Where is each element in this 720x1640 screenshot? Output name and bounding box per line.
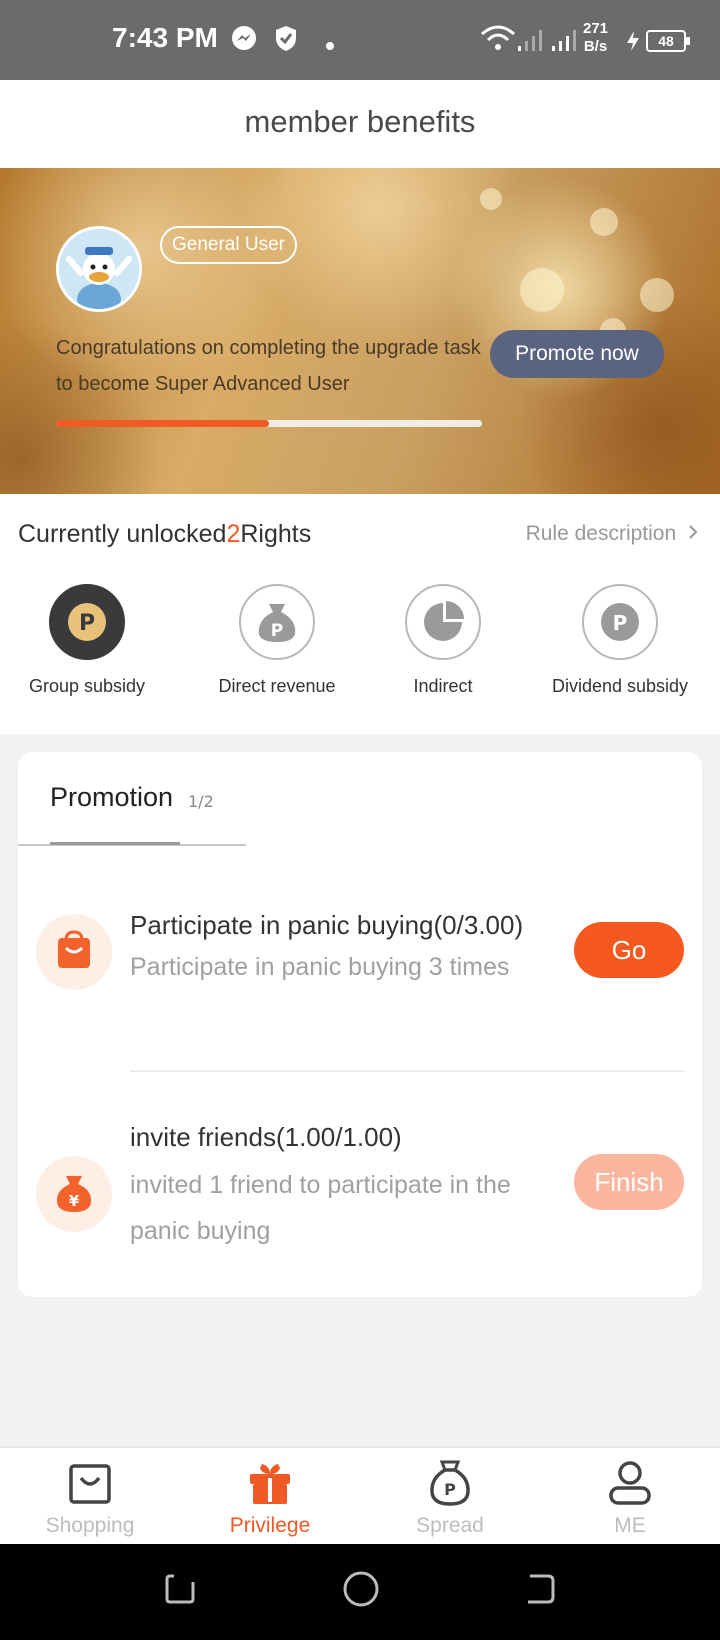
p-coin-icon: P (49, 584, 125, 660)
money-bag-icon: P (239, 584, 315, 660)
shopping-bag-icon (36, 914, 112, 990)
bokeh-light (590, 208, 618, 236)
nav-item-privilege[interactable]: Privilege (180, 1448, 360, 1546)
finish-button[interactable]: Finish (574, 1154, 684, 1210)
network-speed: 271 B/s (583, 20, 609, 55)
home-icon[interactable] (342, 1570, 380, 1612)
battery-icon: 48 (646, 30, 690, 52)
membership-banner: General User Congratulations on completi… (0, 168, 720, 494)
gift-icon (248, 1460, 292, 1506)
bokeh-light (520, 268, 564, 312)
right-group-subsidy[interactable]: P Group subsidy (2, 584, 172, 697)
upgrade-progress-bar (56, 420, 482, 427)
right-direct-revenue[interactable]: P Direct revenue (192, 584, 362, 697)
title-bar: member benefits (0, 80, 720, 168)
nav-item-shopping[interactable]: Shopping (0, 1448, 180, 1546)
signal-icon (516, 28, 546, 56)
back-icon[interactable] (522, 1572, 556, 1610)
page-title: member benefits (244, 104, 476, 139)
user-level-badge: General User (160, 226, 297, 264)
yuan-bag-icon: ¥ (36, 1156, 112, 1232)
pie-chart-icon (405, 584, 481, 660)
status-time: 7:43 PM (112, 22, 218, 53)
go-button[interactable]: Go (574, 922, 684, 978)
signal-icon (550, 28, 580, 56)
task-title: Participate in panic buying(0/3.00) (130, 910, 524, 940)
shopping-bag-icon (68, 1460, 112, 1506)
bokeh-light (640, 278, 674, 312)
recents-icon[interactable] (164, 1572, 198, 1610)
rule-description-link[interactable]: Rule description (526, 522, 698, 546)
right-dividend-subsidy[interactable]: P Dividend subsidy (535, 584, 705, 697)
task-description: invited 1 friend to participate in the p… (130, 1171, 511, 1245)
charging-icon (624, 30, 642, 56)
rights-count: 2 (226, 520, 241, 548)
p-bag-icon: P (428, 1460, 472, 1506)
system-navigation-bar (0, 1544, 720, 1640)
svg-text:P: P (79, 611, 95, 636)
task-divider (130, 1070, 684, 1072)
upgrade-message: Congratulations on completing the upgrad… (56, 337, 481, 395)
svg-text:P: P (613, 611, 628, 635)
svg-text:P: P (271, 621, 283, 641)
bokeh-light (480, 188, 502, 210)
svg-text:¥: ¥ (69, 1192, 80, 1210)
promote-now-button[interactable]: Promote now (490, 330, 664, 378)
task-title: invite friends(1.00/1.00) (130, 1122, 402, 1152)
dot-icon (325, 36, 335, 55)
bottom-nav: Shopping Privilege P Spread ME (0, 1446, 720, 1544)
right-indirect[interactable]: Indirect (358, 584, 528, 697)
task-description: Participate in panic buying 3 times (130, 953, 510, 981)
avatar[interactable] (56, 226, 142, 312)
p-coin-icon: P (582, 584, 658, 660)
tab-promotion[interactable]: Promotion (50, 782, 173, 813)
person-icon (608, 1460, 652, 1506)
wifi-icon (480, 24, 516, 56)
messenger-icon (230, 24, 258, 56)
svg-text:P: P (444, 1480, 456, 1499)
tab-indicator (50, 842, 180, 845)
promotion-card: Promotion 1/2 Participate in panic buyin… (18, 752, 702, 1297)
nav-item-spread[interactable]: P Spread (360, 1448, 540, 1546)
promotion-page-indicator: 1/2 (188, 792, 214, 811)
upgrade-progress-fill (56, 420, 269, 427)
status-bar: 7:43 PM 271 B/s 48 (0, 0, 720, 80)
chevron-right-icon (688, 522, 698, 545)
shield-icon (273, 24, 299, 56)
rights-section: Currently unlocked2Rights Rule descripti… (0, 494, 720, 734)
nav-item-me[interactable]: ME (540, 1448, 720, 1546)
rights-heading: Currently unlocked2Rights (18, 520, 312, 548)
